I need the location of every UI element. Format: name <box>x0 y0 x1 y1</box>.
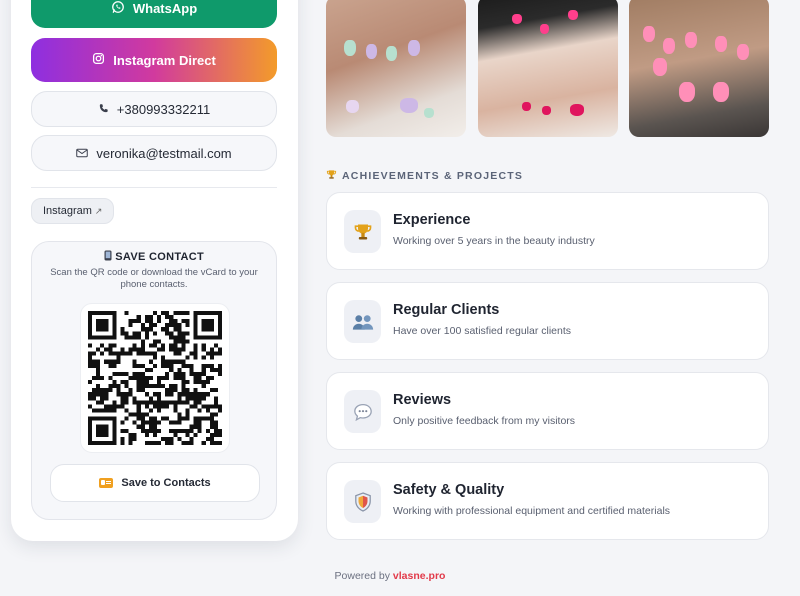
whatsapp-icon <box>111 0 125 17</box>
achievement-description: Working with professional equipment and … <box>393 505 671 517</box>
phone-icon <box>98 102 109 117</box>
achievement-card-reviews: Reviews Only positive feedback from my v… <box>326 372 769 450</box>
mobile-phone-icon <box>104 250 115 263</box>
instagram-icon <box>92 52 105 68</box>
shield-icon <box>344 480 381 523</box>
brand-link[interactable]: vlasne.pro <box>393 570 446 582</box>
achievement-title: Reviews <box>393 392 452 408</box>
save-contact-panel: SAVE CONTACT Scan the QR code or downloa… <box>31 241 277 520</box>
social-link-label: Instagram <box>43 205 92 217</box>
gallery-photo-3[interactable] <box>629 0 769 137</box>
whatsapp-label: WhatsApp <box>132 0 198 16</box>
achievement-card-safety-quality: Safety & Quality Working with profession… <box>326 462 769 540</box>
contact-card-icon <box>99 478 114 488</box>
achievement-title: Experience <box>393 212 471 228</box>
save-contact-description: Scan the QR code or download the vCard t… <box>50 267 258 290</box>
people-icon <box>344 300 381 343</box>
instagram-direct-label: Instagram Direct <box>113 52 216 68</box>
trophy-icon <box>326 169 337 183</box>
achievements-section-title: ACHIEVEMENTS & PROJECTS <box>326 169 523 183</box>
gallery-photo-2[interactable] <box>478 0 618 137</box>
achievement-title: Regular Clients <box>393 302 500 318</box>
speech-bubble-icon <box>344 390 381 433</box>
contact-card: WhatsApp Instagram Direct +380993332211 … <box>11 0 298 541</box>
achievement-card-regular-clients: Regular Clients Have over 100 satisfied … <box>326 282 769 360</box>
phone-number: +380993332211 <box>116 101 211 117</box>
qr-code-image <box>88 311 222 445</box>
powered-by-label: Powered by <box>334 570 390 582</box>
achievement-description: Have over 100 satisfied regular clients <box>393 325 572 337</box>
social-link-instagram[interactable]: Instagram ↗ <box>31 198 115 224</box>
divider <box>31 187 277 188</box>
instagram-direct-button[interactable]: Instagram Direct <box>31 38 277 82</box>
whatsapp-button[interactable]: WhatsApp <box>31 0 277 28</box>
save-to-contacts-label: Save to Contacts <box>121 477 211 489</box>
achievement-description: Working over 5 years in the beauty indus… <box>393 235 595 247</box>
footer: Powered by vlasne.pro <box>0 570 780 582</box>
envelope-icon <box>76 146 89 161</box>
phone-button[interactable]: +380993332211 <box>31 91 277 127</box>
achievement-card-experience: Experience Working over 5 years in the b… <box>326 192 769 270</box>
save-contact-title: SAVE CONTACT <box>32 250 276 263</box>
external-link-icon: ↗ <box>94 205 103 216</box>
achievement-description: Only positive feedback from my visitors <box>393 415 576 427</box>
qr-code <box>80 303 230 453</box>
achievement-title: Safety & Quality <box>393 482 505 498</box>
email-button[interactable]: veronika@testmail.com <box>31 135 277 171</box>
save-to-contacts-button[interactable]: Save to Contacts <box>50 464 260 502</box>
email-address: veronika@testmail.com <box>96 145 232 161</box>
trophy-icon <box>344 210 381 253</box>
gallery-photo-1[interactable] <box>326 0 466 137</box>
